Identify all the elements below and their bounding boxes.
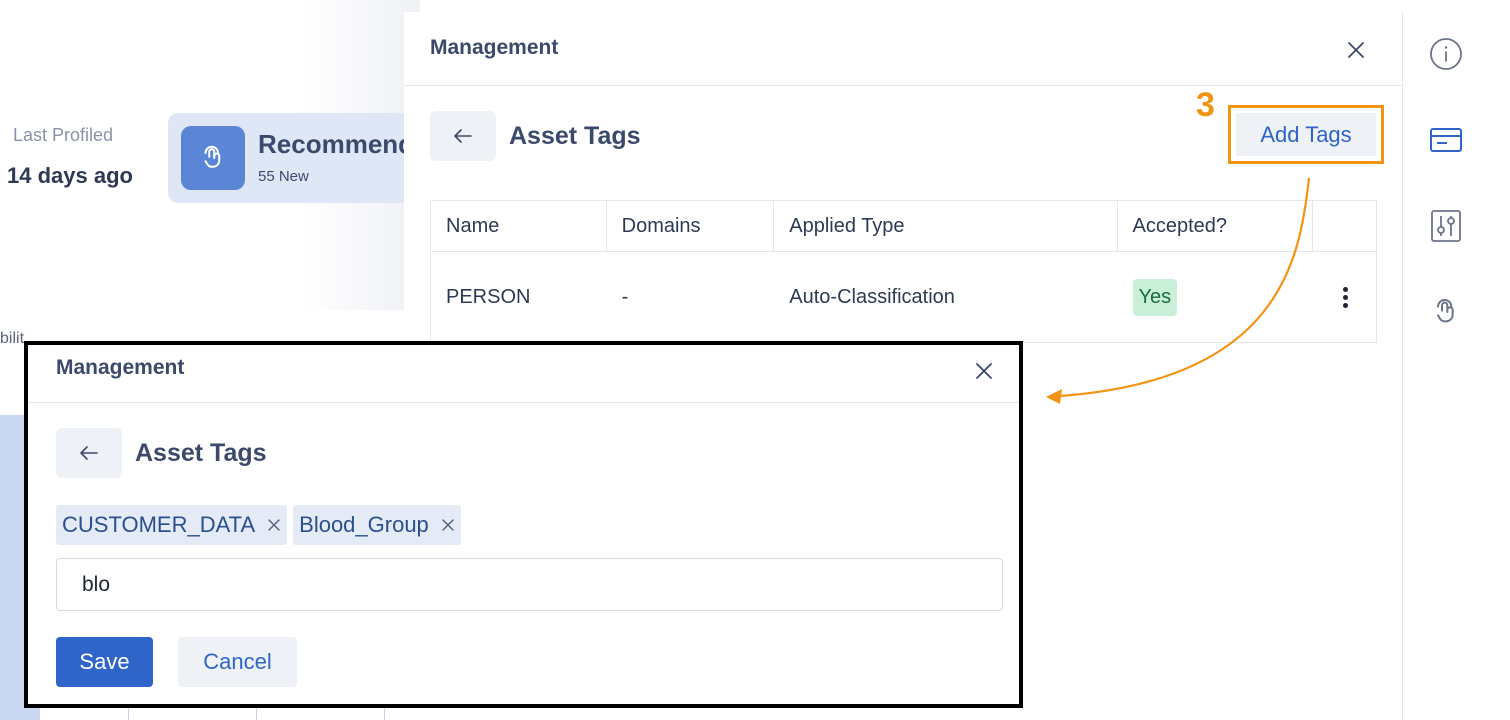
selected-tags: CUSTOMER_DATA Blood_Group	[56, 505, 461, 545]
last-profiled-label: Last Profiled	[13, 125, 114, 145]
section-title: Asset Tags	[509, 122, 641, 150]
recommendations-card[interactable]: Recommendations 55 New	[168, 113, 420, 203]
more-options-icon[interactable]	[1343, 286, 1349, 308]
remove-tag-icon[interactable]	[267, 518, 281, 532]
tag-chip-label: CUSTOMER_DATA	[62, 512, 256, 537]
column-header-domains[interactable]: Domains	[607, 201, 775, 251]
inset-header: Management	[28, 345, 1019, 403]
sliders-icon[interactable]	[1428, 208, 1464, 244]
tag-chip: CUSTOMER_DATA	[56, 505, 288, 545]
cell-applied-type: Auto-Classification	[789, 285, 955, 308]
cell-name: PERSON	[446, 285, 531, 308]
right-sidebar	[1402, 12, 1510, 720]
column-header-applied-type[interactable]: Applied Type	[774, 201, 1118, 251]
back-button[interactable]	[56, 428, 122, 478]
arrow-left-icon	[454, 129, 472, 143]
cancel-button[interactable]: Cancel	[178, 637, 297, 687]
table-row[interactable]: PERSON - Auto-Classification Yes	[431, 252, 1376, 342]
touch-icon[interactable]	[1428, 294, 1464, 330]
info-icon[interactable]	[1428, 36, 1464, 72]
recommendations-title: Recommendations	[258, 129, 420, 159]
row-actions	[1313, 252, 1376, 342]
save-button[interactable]: Save	[56, 637, 153, 687]
cell-domains: -	[621, 285, 629, 308]
recommendations-count: 55 New	[258, 168, 309, 185]
cell-accepted: Yes	[1118, 252, 1314, 342]
table-header-row: Name Domains Applied Type Accepted?	[431, 201, 1376, 252]
step-number: 3	[1196, 86, 1215, 124]
card-icon[interactable]	[1428, 122, 1464, 158]
highlight-frame: Add Tags	[1228, 105, 1384, 164]
tag-search-input[interactable]	[56, 558, 1003, 611]
arrow-left-icon	[80, 446, 98, 460]
inset-section-title: Asset Tags	[135, 439, 267, 467]
remove-tag-icon[interactable]	[441, 518, 455, 532]
column-header-accepted[interactable]: Accepted?	[1118, 201, 1314, 251]
touch-icon	[181, 126, 245, 190]
add-tags-button[interactable]: Add Tags	[1236, 113, 1376, 156]
status-badge: Yes	[1132, 278, 1178, 316]
tag-chip-label: Blood_Group	[299, 512, 429, 537]
back-button[interactable]	[430, 111, 496, 161]
panel-title: Management	[430, 36, 559, 59]
chart-label: bilit	[0, 330, 25, 347]
tags-table: Name Domains Applied Type Accepted? PERS…	[430, 200, 1377, 343]
inset-title: Management	[56, 356, 185, 379]
panel-header: Management	[404, 12, 1402, 86]
column-header-name[interactable]: Name	[431, 201, 607, 251]
zoom-inset-dialog: Management Asset Tags CUSTOMER_DATA Bloo…	[24, 341, 1023, 708]
tag-chip: Blood_Group	[293, 505, 461, 545]
last-profiled-value: 14 days ago	[7, 163, 133, 188]
close-icon[interactable]	[1344, 38, 1368, 62]
close-icon[interactable]	[972, 359, 996, 383]
